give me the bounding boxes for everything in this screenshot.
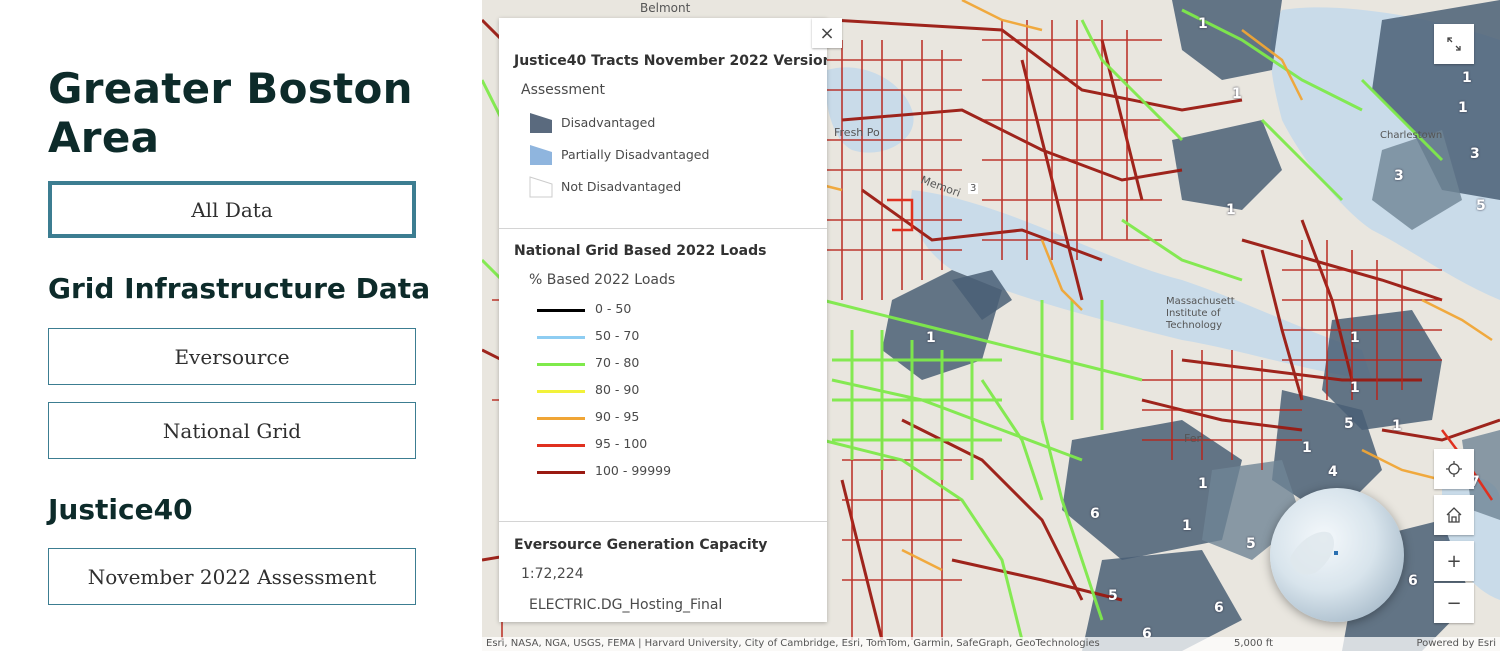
legend-panel: Justice40 Tracts November 2022 Version 1… [499,18,827,622]
legend-line-swatch [537,309,585,312]
tract-number-label: 1 [1198,476,1208,492]
legend-load-range: 80 - 90 [595,382,640,397]
tract-number-label: 1 [1226,202,1236,218]
legend-justice-title: Justice40 Tracts November 2022 Version 1… [514,53,827,69]
legend-item-not-disadvantaged: Not Disadvantaged [561,179,682,194]
legend-national-grid-title: National Grid Based 2022 Loads [514,243,767,259]
legend-justice-subtitle: Assessment [521,82,605,98]
place-label-charlestown: Charlestown [1380,130,1443,141]
tract-number-label: 1 [1198,16,1208,32]
place-label-fenway: Fen [1184,432,1204,445]
attribution-bar: Esri, NASA, NGA, USGS, FEMA | Harvard Un… [482,637,1500,651]
legend-item-partially-disadvantaged: Partially Disadvantaged [561,147,710,162]
grid-infrastructure-heading: Grid Infrastructure Data [48,272,431,305]
place-label-mit: Massachusett Institute of Technology [1166,296,1235,331]
tract-number-label: 4 [1328,464,1338,480]
zoom-in-button[interactable]: + [1434,541,1474,581]
expand-icon [1447,37,1461,51]
place-label-belmont: Belmont [640,1,691,15]
tract-number-label: 1 [1392,418,1402,434]
legend-national-grid-subtitle: % Based 2022 Loads [529,272,676,288]
tract-number-label: 6 [1214,600,1224,616]
disadvantaged-swatch [530,113,552,133]
home-icon [1446,507,1462,523]
tract-number-label: 5 [1344,416,1354,432]
legend-load-range: 70 - 80 [595,355,640,370]
tract-number-label: 1 [926,330,936,346]
tract-number-label: 5 [1476,198,1486,214]
legend-load-range: 95 - 100 [595,436,648,451]
tract-number-label: 1 [1350,380,1360,396]
legend-eversource-scale: 1:72,224 [521,566,584,582]
powered-by-esri[interactable]: Powered by Esri [1416,637,1496,651]
legend-line-swatch [537,363,585,366]
legend-eversource-title: Eversource Generation Capacity [514,537,768,553]
national-grid-button[interactable]: National Grid [48,402,416,459]
legend-line-swatch [537,471,585,474]
tract-number-label: 1 [1232,86,1242,102]
legend-line-swatch [537,390,585,393]
tract-number-label: 5 [1108,588,1118,604]
tract-number-label: 6 [1090,506,1100,522]
legend-eversource-layer: ELECTRIC.DG_Hosting_Final [529,597,723,613]
tract-number-label: 3 [1394,168,1404,184]
not-disadvantaged-swatch [529,176,553,198]
place-label-fresh-pond: Fresh Po [834,126,880,139]
overview-globe[interactable] [1270,488,1404,622]
legend-line-swatch [537,336,585,339]
legend-line-swatch [537,417,585,420]
locate-button[interactable] [1434,449,1474,489]
tract-number-label: 1 [1302,440,1312,456]
legend-load-range: 100 - 99999 [595,463,672,478]
legend-line-swatch [537,444,585,447]
attribution-text: Esri, NASA, NGA, USGS, FEMA | Harvard Un… [486,638,1100,649]
map-view[interactable]: Belmont Fresh Po Memori Massachusett Ins… [482,0,1500,651]
tract-number-label: 6 [1408,573,1418,589]
scale-bar: 5,000 ft [1234,638,1274,649]
page-title: Greater Boston Area [48,64,413,162]
partially-disadvantaged-swatch [530,145,552,165]
tract-number-label: 1 [1458,100,1468,116]
legend-divider [499,521,827,522]
legend-item-disadvantaged: Disadvantaged [561,115,656,130]
legend-divider [499,228,827,229]
legend-close-button[interactable]: × [812,18,842,48]
tract-number-label: 5 [1246,536,1256,552]
tract-number-label: 1 [1182,518,1192,534]
sidebar: Greater Boston Area All Data Grid Infras… [0,0,482,651]
november-2022-assessment-button[interactable]: November 2022 Assessment [48,548,416,605]
justice40-heading: Justice40 [48,493,193,526]
zoom-out-button[interactable]: − [1434,583,1474,623]
fullscreen-button[interactable] [1434,24,1474,64]
legend-load-range: 90 - 95 [595,409,640,424]
legend-load-range: 0 - 50 [595,301,632,316]
tract-number-label: 1 [1350,330,1360,346]
locate-icon [1446,461,1462,477]
eversource-button[interactable]: Eversource [48,328,416,385]
globe-icon [1290,531,1338,575]
tract-number-label: 1 [1462,70,1472,86]
tract-number-label: 3 [1470,146,1480,162]
legend-load-range: 50 - 70 [595,328,640,343]
route-shield: 3 [968,183,979,194]
all-data-button[interactable]: All Data [48,181,416,238]
home-button[interactable] [1434,495,1474,535]
